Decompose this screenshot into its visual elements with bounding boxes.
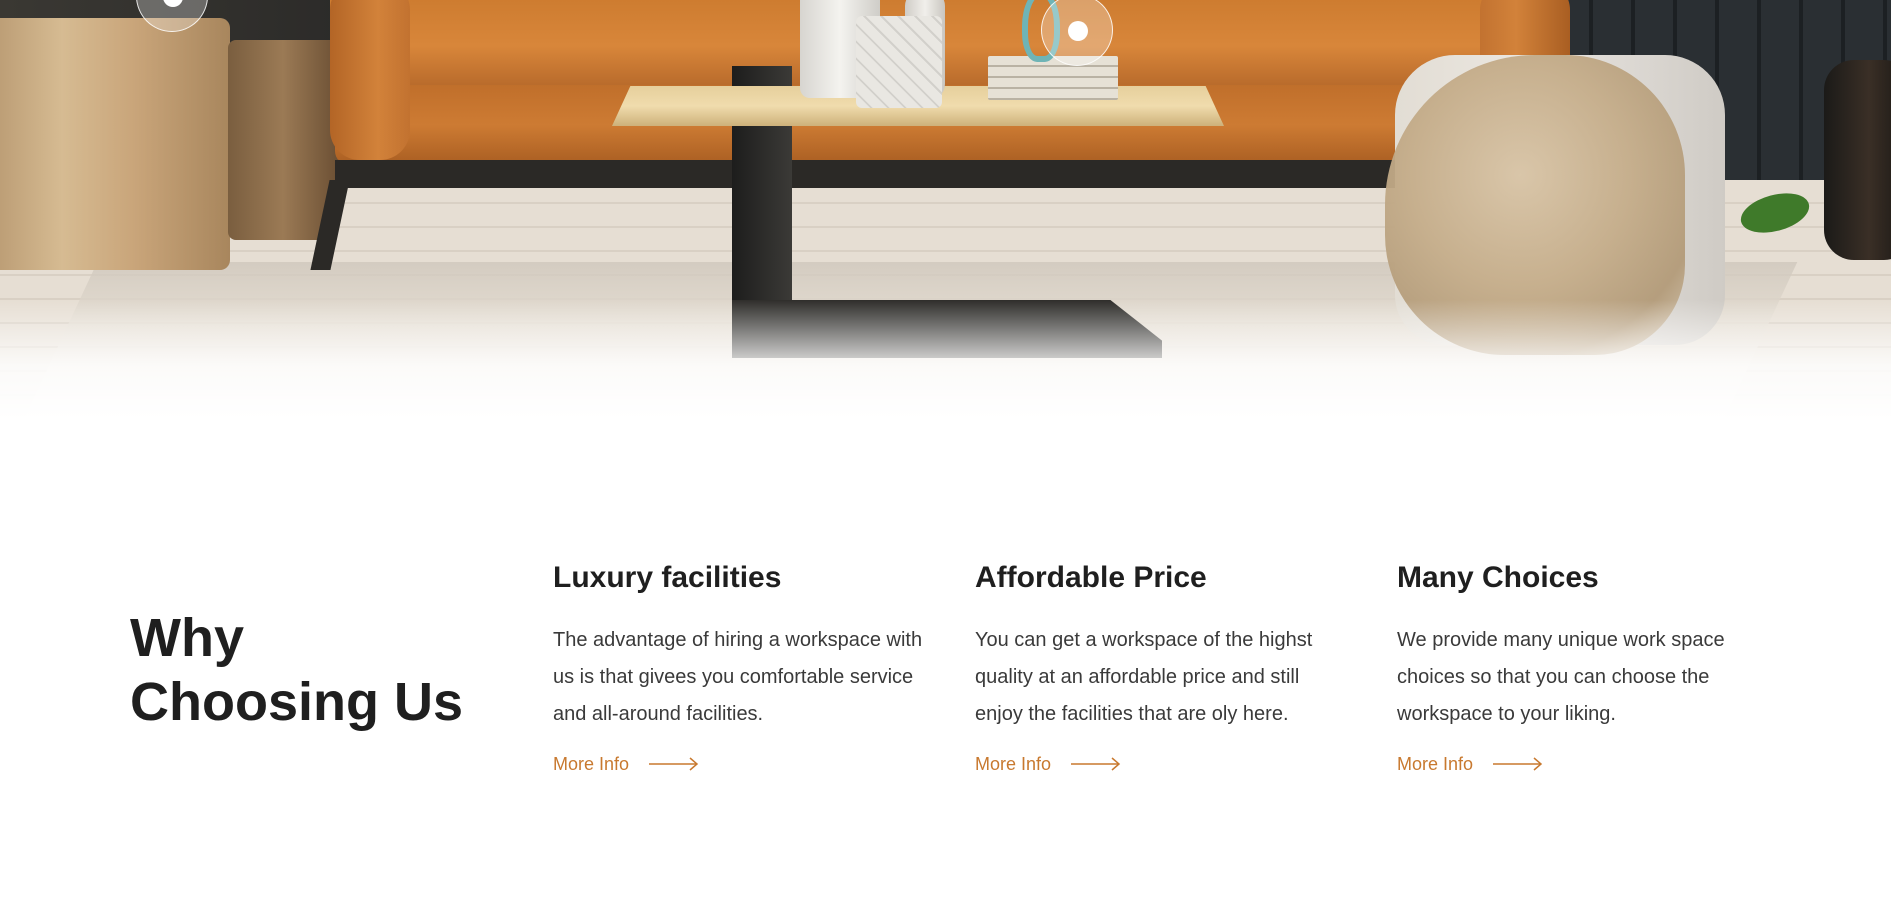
wooden-stump-side-table <box>0 18 230 270</box>
feature-card-luxury: Luxury facilities The advantage of hirin… <box>553 560 933 775</box>
arrow-right-icon <box>1493 757 1543 771</box>
section-title: Why Choosing Us <box>130 606 470 734</box>
sofa-backrest <box>330 0 1560 90</box>
arrow-right-icon <box>1071 757 1121 771</box>
hero-living-room-image <box>0 0 1891 420</box>
patterned-vase <box>856 16 942 108</box>
feature-card-choices: Many Choices We provide many unique work… <box>1397 560 1777 775</box>
more-info-link[interactable]: More Info <box>553 753 699 775</box>
feature-description: You can get a workspace of the highst qu… <box>975 629 1313 725</box>
feature-description: We provide many unique work space choice… <box>1397 629 1725 725</box>
more-info-link[interactable]: More Info <box>1397 753 1543 775</box>
dark-planter <box>1824 60 1891 260</box>
feature-description: The advantage of hiring a workspace with… <box>553 629 923 725</box>
feature-card-price: Affordable Price You can get a workspace… <box>975 560 1355 775</box>
feature-title: Affordable Price <box>975 561 1207 594</box>
arrow-right-icon <box>649 757 699 771</box>
section-title-line1: Why <box>130 608 244 668</box>
feature-title: Many Choices <box>1397 561 1599 594</box>
more-info-label: More Info <box>553 754 630 774</box>
more-info-label: More Info <box>975 754 1052 774</box>
section-title-line2: Choosing Us <box>130 672 463 732</box>
more-info-link[interactable]: More Info <box>975 753 1121 775</box>
feature-title: Luxury facilities <box>553 561 782 594</box>
hero-bottom-fade <box>0 300 1891 420</box>
wooden-stump-small <box>228 40 338 240</box>
sofa-base <box>335 160 1555 188</box>
more-info-label: More Info <box>1397 754 1474 774</box>
book-stack <box>988 56 1118 100</box>
sofa-left-arm <box>330 0 410 160</box>
